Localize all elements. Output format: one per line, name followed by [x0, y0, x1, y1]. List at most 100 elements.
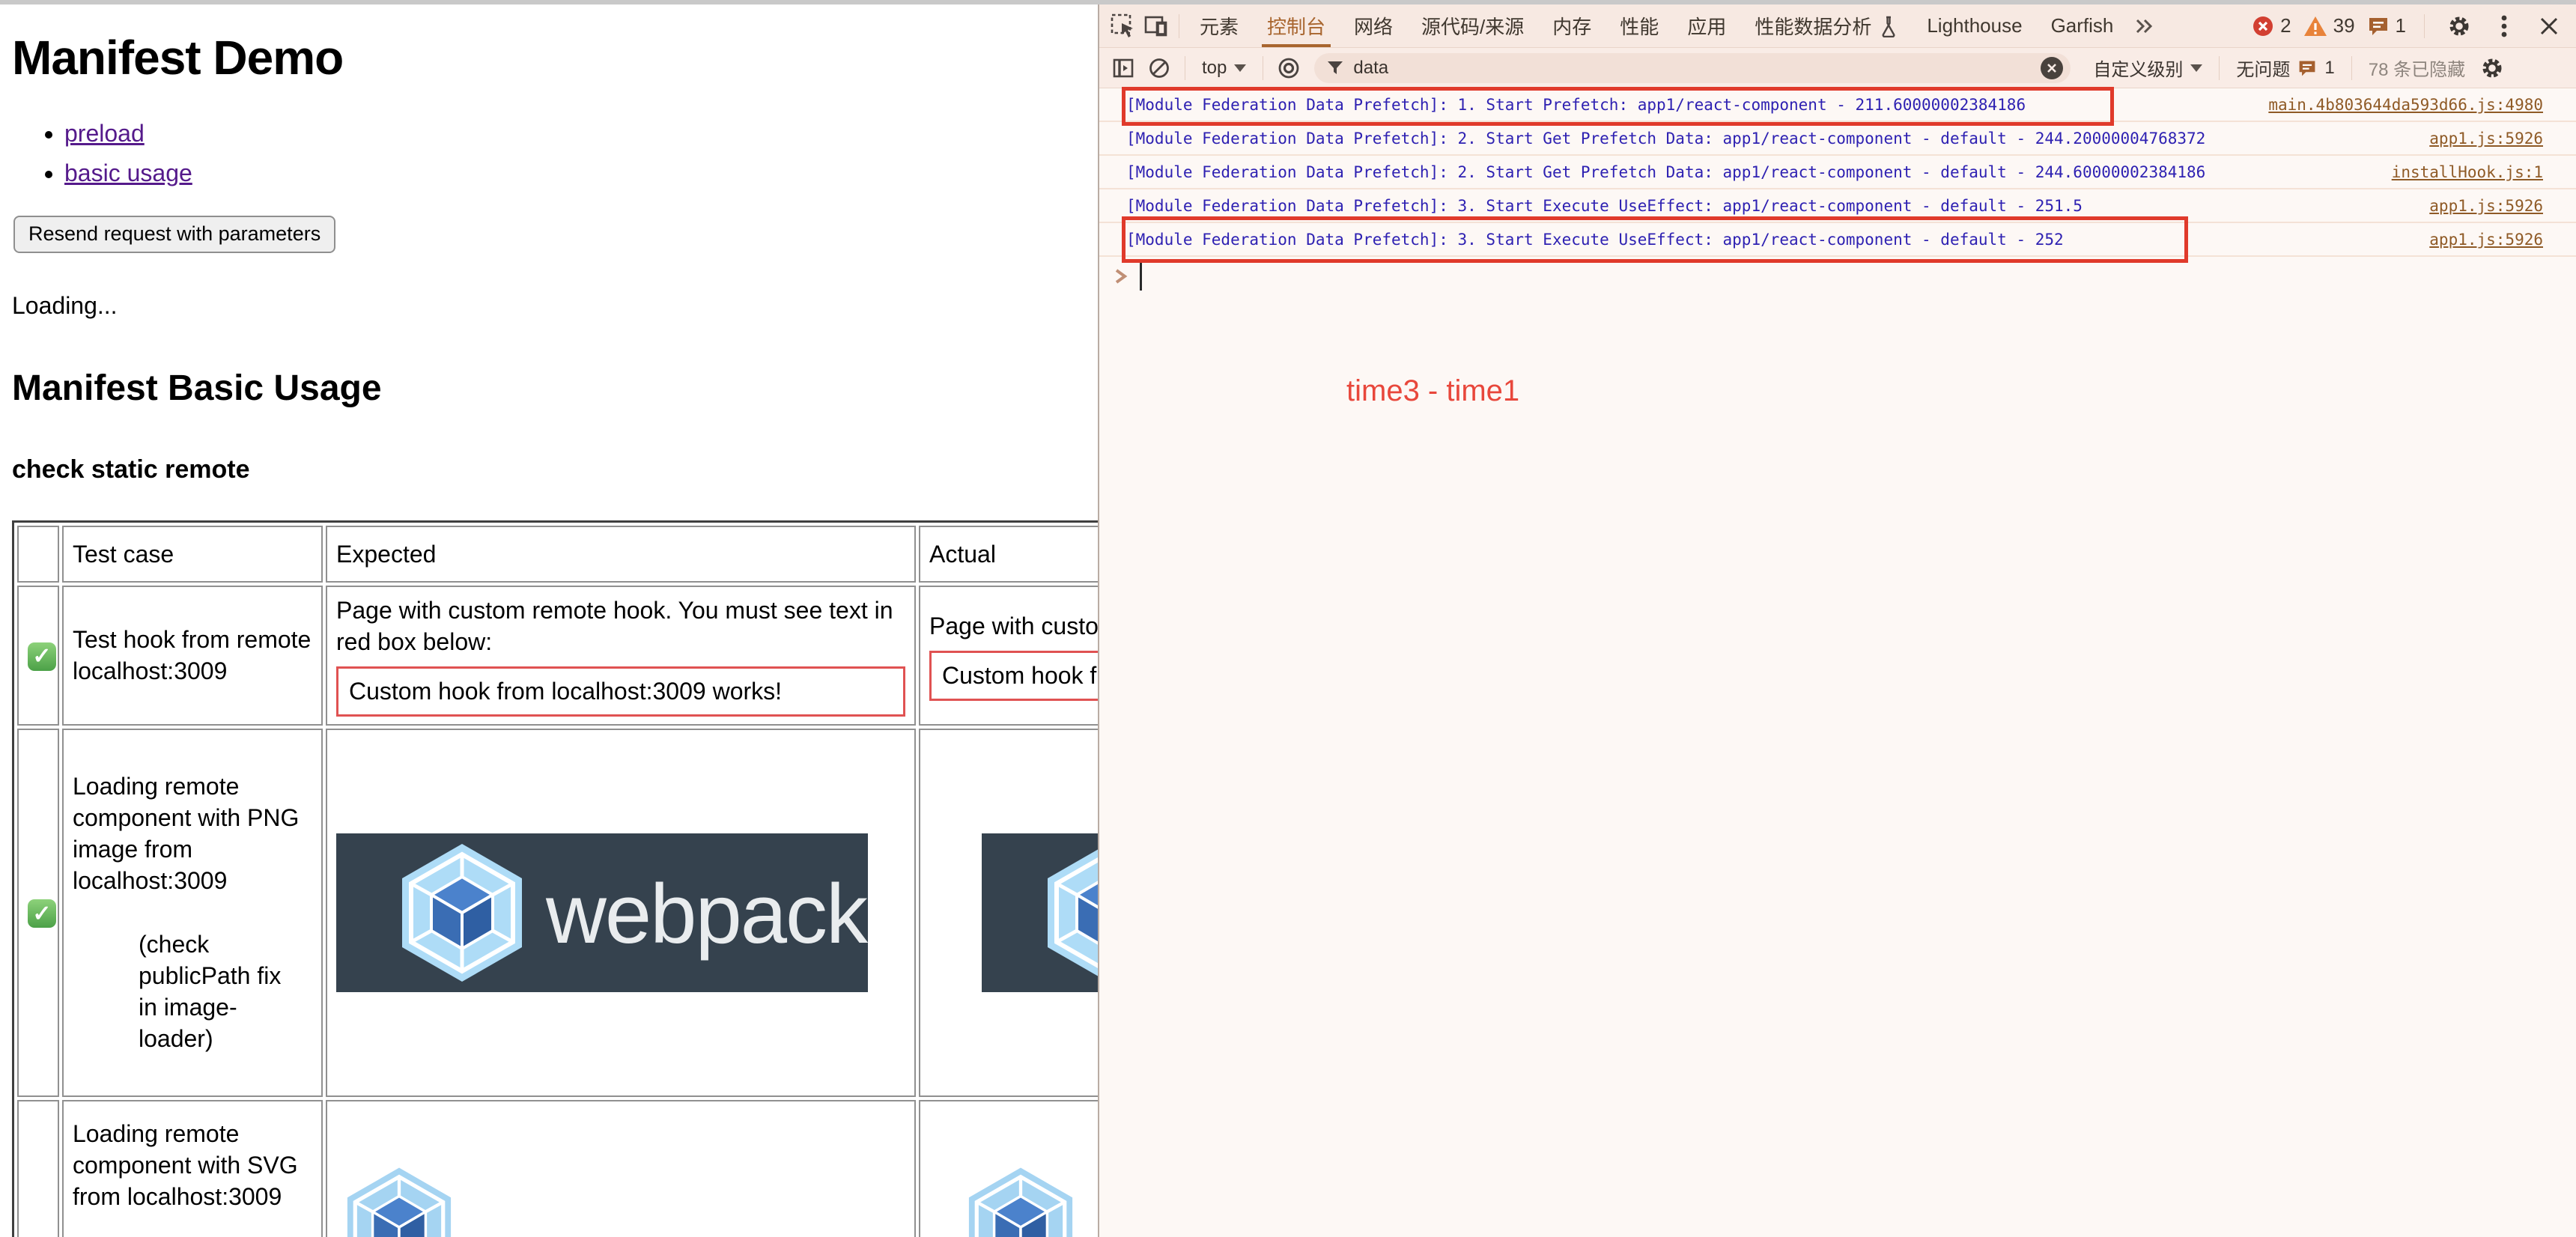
error-count: 2 — [2280, 14, 2291, 37]
issues-badge[interactable]: 1 — [2367, 14, 2406, 37]
actual-cell: webpack — [919, 729, 1098, 1097]
table-header-row: Test case Expected Actual — [17, 526, 1098, 583]
status-cell: ✓ — [17, 729, 59, 1097]
resend-request-button[interactable]: Resend request with parameters — [13, 216, 335, 253]
devtools-tabs: 元素 控制台 网络 源代码/来源 内存 性能 应用 性能数据分析 Lightho… — [1185, 4, 2160, 47]
context-selector[interactable]: top — [1194, 58, 1254, 79]
expected-description: Page with custom remote hook. You must s… — [336, 595, 905, 657]
status-cell: ✓ — [17, 1100, 59, 1237]
context-selector-value: top — [1202, 58, 1227, 79]
webpack-logo-text: webpack — [545, 867, 868, 961]
page-link-list: preload basic usage — [12, 120, 1098, 187]
test-case-note: (check publicPath fix in image-loader) — [73, 928, 297, 1055]
tab-console[interactable]: 控制台 — [1253, 4, 1340, 47]
console-source-link[interactable]: app1.js:5926 — [2407, 130, 2543, 148]
expected-cell — [326, 1100, 916, 1237]
tab-network[interactable]: 网络 — [1340, 4, 1407, 47]
console-prompt[interactable] — [1099, 257, 2576, 296]
devtools-panel: 元素 控制台 网络 源代码/来源 内存 性能 应用 性能数据分析 Lightho… — [1098, 4, 2576, 1237]
console-filter-input[interactable]: data — [1314, 53, 2071, 83]
tab-elements[interactable]: 元素 — [1185, 4, 1253, 47]
issues-icon — [2367, 15, 2390, 37]
webpack-banner-image: webpack — [929, 833, 1098, 992]
actual-column-header: Actual — [919, 526, 1098, 583]
tab-garfish[interactable]: Garfish — [2037, 4, 2128, 47]
subsection-title: check static remote — [12, 455, 1098, 484]
tab-memory[interactable]: 内存 — [1538, 4, 1606, 47]
table-row: ✓ Test hook from remote localhost:3009 P… — [17, 586, 1098, 726]
test-case-column-header: Test case — [62, 526, 323, 583]
tab-performance[interactable]: 性能 — [1606, 4, 1673, 47]
console-message-text: [Module Federation Data Prefetch]: 3. St… — [1126, 231, 2064, 249]
filter-funnel-icon — [1326, 59, 1344, 77]
console-message-list: [Module Federation Data Prefetch]: 1. St… — [1099, 88, 2576, 296]
console-message: [Module Federation Data Prefetch]: 3. St… — [1099, 223, 2576, 257]
console-message-text: [Module Federation Data Prefetch]: 3. St… — [1126, 197, 2083, 215]
devtools-tabbar-right: 2 39 1 — [2252, 10, 2566, 43]
expected-cell: webpack — [326, 729, 916, 1097]
prompt-chevron-icon — [1113, 267, 1129, 286]
issues-status[interactable]: 无问题 1 — [2229, 55, 2342, 81]
webpack-banner-image: webpack — [336, 833, 905, 992]
issues-count: 1 — [2324, 58, 2334, 79]
webpack-banner-logo: webpack — [336, 833, 868, 992]
list-item: basic usage — [64, 159, 1098, 187]
test-case-cell: Test hook from remote localhost:3009 — [62, 586, 323, 726]
device-toolbar-icon[interactable] — [1140, 10, 1173, 43]
test-case-cell: Loading remote component with PNG image … — [62, 729, 323, 1097]
flask-icon — [1879, 15, 1898, 37]
tab-performance-insights[interactable]: 性能数据分析 — [1740, 4, 1913, 47]
clear-console-icon[interactable] — [1143, 52, 1176, 85]
console-sidebar-toggle-icon[interactable] — [1107, 52, 1140, 85]
chevron-down-icon — [2190, 64, 2202, 72]
loading-status-text: Loading... — [12, 292, 1098, 320]
tab-application[interactable]: 应用 — [1673, 4, 1740, 47]
settings-gear-icon[interactable] — [2443, 10, 2476, 43]
table-row: ✓ Loading remote component with PNG imag… — [17, 729, 1098, 1097]
section-title: Manifest Basic Usage — [12, 368, 1098, 409]
console-source-link[interactable]: app1.js:5926 — [2407, 197, 2543, 215]
test-case-text: Loading remote component with PNG image … — [73, 771, 312, 897]
more-tabs-icon[interactable] — [2127, 10, 2160, 43]
warning-icon — [2303, 15, 2327, 37]
error-badge[interactable]: 2 — [2252, 14, 2291, 37]
custom-levels-dropdown[interactable]: 自定义级别 — [2086, 55, 2210, 81]
devtools-tab-bar: 元素 控制台 网络 源代码/来源 内存 性能 应用 性能数据分析 Lightho… — [1099, 4, 2576, 48]
console-message-text: [Module Federation Data Prefetch]: 1. St… — [1126, 96, 2026, 114]
status-column-header — [17, 526, 59, 583]
chevron-down-icon — [1234, 64, 1246, 72]
hidden-messages-label: 78 条已隐藏 — [2361, 55, 2473, 81]
console-message: [Module Federation Data Prefetch]: 3. St… — [1099, 189, 2576, 223]
console-settings-gear-icon[interactable] — [2476, 52, 2509, 85]
console-source-link[interactable]: main.4b803644da593d66.js:4980 — [2246, 96, 2543, 114]
tab-lighthouse[interactable]: Lighthouse — [1913, 4, 2036, 47]
clear-filter-icon[interactable] — [2041, 57, 2063, 79]
live-expression-eye-icon[interactable] — [1272, 52, 1305, 85]
console-source-link[interactable]: installHook.js:1 — [2369, 163, 2543, 181]
webpack-banner-logo: webpack — [982, 833, 1098, 992]
basic-usage-link[interactable]: basic usage — [64, 159, 192, 186]
console-message: [Module Federation Data Prefetch]: 2. St… — [1099, 156, 2576, 189]
status-cell: ✓ — [17, 586, 59, 726]
expected-column-header: Expected — [326, 526, 916, 583]
tab-label: 性能数据分析 — [1755, 12, 1871, 40]
kebab-menu-icon[interactable] — [2488, 10, 2521, 43]
test-case-cell: Loading remote component with SVG from l… — [62, 1100, 323, 1237]
table-row: ✓ Loading remote component with SVG from… — [17, 1100, 1098, 1237]
warning-badge[interactable]: 39 — [2303, 14, 2355, 37]
close-icon[interactable] — [2533, 10, 2566, 43]
tab-sources[interactable]: 源代码/来源 — [1407, 4, 1538, 47]
actual-cell — [919, 1100, 1098, 1237]
no-issues-label: 无问题 — [2236, 55, 2290, 81]
issues-count: 1 — [2396, 14, 2406, 37]
list-item: preload — [64, 120, 1098, 148]
test-results-table: Test case Expected Actual ✓ Test hook fr… — [12, 520, 1098, 1237]
preload-link[interactable]: preload — [64, 120, 145, 147]
divider — [2219, 56, 2220, 80]
console-message-text: [Module Federation Data Prefetch]: 2. St… — [1126, 130, 2205, 148]
inspect-element-icon[interactable] — [1107, 10, 1140, 43]
test-case-text: Loading remote component with SVG from l… — [73, 1118, 312, 1213]
console-source-link[interactable]: app1.js:5926 — [2407, 231, 2543, 249]
console-toolbar: top data 自定义级别 无问题 — [1099, 48, 2576, 88]
console-message: [Module Federation Data Prefetch]: 1. St… — [1099, 88, 2576, 122]
